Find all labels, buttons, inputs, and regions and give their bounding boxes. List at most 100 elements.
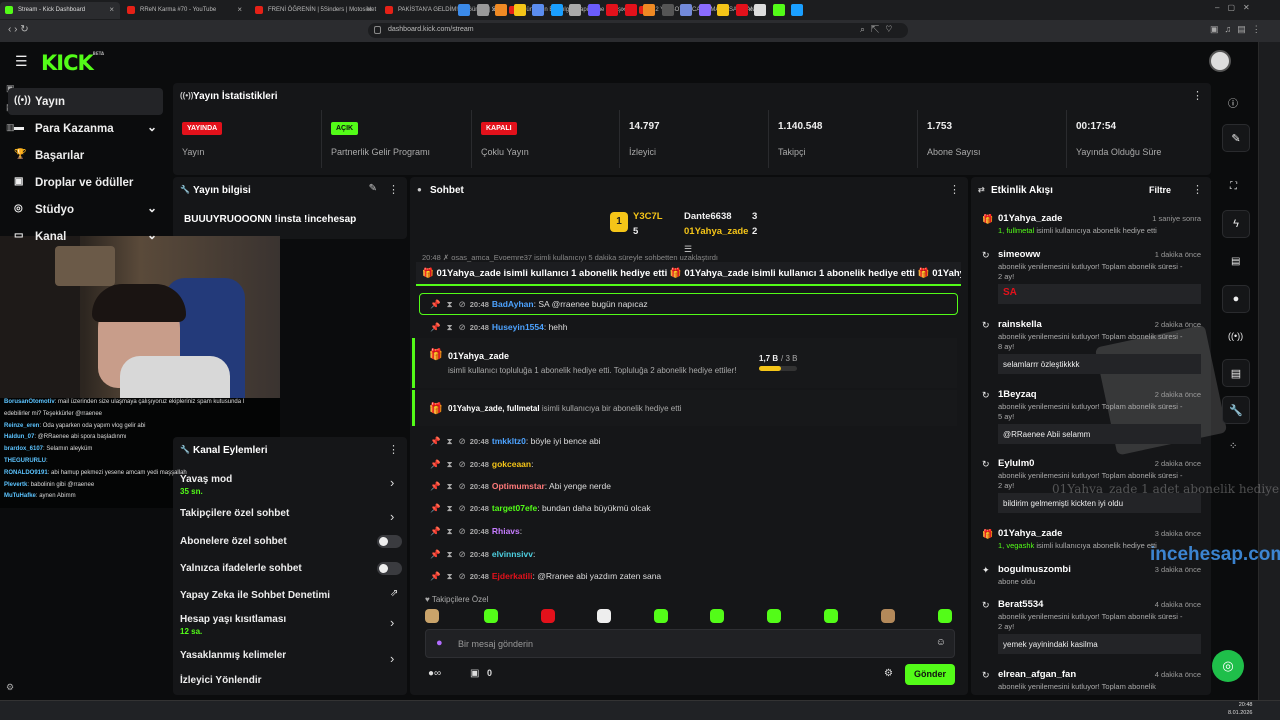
tab-close-icon[interactable]: × <box>237 5 242 14</box>
activity-toggle-button[interactable]: ▤ <box>1222 359 1250 387</box>
leaderboard-entry[interactable]: Dante6638 3 <box>684 211 757 222</box>
broadcast-panel-icon[interactable]: ((•)) <box>1228 331 1243 341</box>
leaderboard-entry[interactable]: Y3C7L 5 <box>633 211 663 237</box>
activity-user[interactable]: 1Beyzaq <box>998 389 1037 400</box>
taskbar-app-icon[interactable] <box>791 4 803 16</box>
pin-icon[interactable]: 📌 <box>430 299 441 309</box>
message-user[interactable]: Optimumstar <box>492 481 545 491</box>
taskbar-app-icon[interactable] <box>661 4 674 16</box>
chat-menu-icon[interactable]: ⋮ <box>949 183 960 196</box>
taskbar-app-icon[interactable] <box>717 4 729 16</box>
emote-icon[interactable] <box>824 609 838 623</box>
window-controls[interactable]: –▢✕ <box>1215 3 1258 12</box>
leaderboard-entry[interactable]: 01Yahya_zade 2 <box>684 226 757 237</box>
activity-user[interactable]: rainskella <box>998 319 1042 330</box>
activity-menu-icon[interactable]: ⋮ <box>1192 183 1203 196</box>
taskbar-app-icon[interactable] <box>495 4 507 16</box>
timeout-icon[interactable]: ⧗ <box>447 436 453 446</box>
channel-action-item[interactable]: Abonelere özel sohbet <box>180 536 287 547</box>
taskbar-app-icon[interactable] <box>624 4 637 16</box>
zoom-share-icons[interactable]: ⌕⇱♡ <box>860 24 898 35</box>
emote-icon[interactable] <box>938 609 952 623</box>
taskbar-app-icon[interactable] <box>550 4 563 16</box>
pin-icon[interactable]: 📌 <box>430 459 441 469</box>
ban-icon[interactable]: ⊘ <box>459 459 466 469</box>
stats-menu-icon[interactable]: ⋮ <box>1192 89 1203 102</box>
timeout-icon[interactable]: ⧗ <box>447 481 453 491</box>
hamburger-menu-icon[interactable]: ☰ <box>15 53 28 70</box>
microphone-icon[interactable]: ● <box>436 637 443 649</box>
chat-input[interactable]: ● Bir mesaj gönderin ☺ <box>425 629 955 658</box>
avatar[interactable] <box>1209 50 1231 72</box>
timeout-icon[interactable]: ⧗ <box>447 459 453 469</box>
taskbar-app-icon[interactable] <box>606 4 618 16</box>
info-icon[interactable]: ⓘ <box>1228 95 1238 110</box>
chat-message[interactable]: 📌 ⧗ ⊘ 20:48 target07efe: bundan daha büyükmü… <box>430 503 651 514</box>
emote-icon[interactable] <box>484 609 498 623</box>
fullscreen-icon[interactable]: ⛶ <box>1230 181 1237 192</box>
quick-actions-button[interactable]: ϟ <box>1222 210 1250 238</box>
activity-user[interactable]: 01Yahya_zade <box>998 213 1062 224</box>
taskbar-app-icon[interactable] <box>772 4 785 16</box>
chevron-down-icon[interactable]: ⌄ <box>147 228 157 242</box>
timeout-icon[interactable]: ⧗ <box>447 549 453 559</box>
toggle-switch[interactable] <box>377 562 402 575</box>
sidebar-item-broadcast[interactable]: ((•)) Yayın <box>8 88 163 115</box>
emote-icon[interactable] <box>767 609 781 623</box>
emote-icon[interactable] <box>425 609 439 623</box>
chevron-down-icon[interactable]: ⌄ <box>147 201 157 215</box>
timeout-icon[interactable]: ⧗ <box>447 299 453 309</box>
taskbar-app-icon[interactable] <box>587 4 600 16</box>
taskbar-app-icon[interactable] <box>735 4 748 16</box>
ban-icon[interactable]: ⊘ <box>459 299 466 309</box>
browser-tab[interactable]: FRENİ ÖĞRENİN | 5Sinders | Motosiklet × <box>250 2 378 19</box>
support-chat-icon[interactable]: ◎ <box>1212 650 1244 682</box>
taskbar-app-icon[interactable] <box>569 4 581 16</box>
pin-icon[interactable]: 📌 <box>430 571 441 581</box>
ban-icon[interactable]: ⊘ <box>459 549 466 559</box>
emote-icon[interactable] <box>541 609 555 623</box>
message-user[interactable]: BadAyhan <box>492 299 534 309</box>
message-user[interactable]: tmkkltz0 <box>492 436 526 446</box>
taskbar-app-icon[interactable] <box>680 4 692 16</box>
activity-user[interactable]: elrean_afgan_fan <box>998 669 1076 680</box>
pin-icon[interactable]: 📌 <box>430 436 441 446</box>
pin-icon[interactable]: 📌 <box>430 549 441 559</box>
message-user[interactable]: elvinnsivv <box>492 549 533 559</box>
ban-icon[interactable]: ⊘ <box>459 571 466 581</box>
emote-icon[interactable] <box>881 609 895 623</box>
sidebar-item-trophy[interactable]: 🏆 Başarılar <box>8 142 163 169</box>
tab-close-icon[interactable]: × <box>367 5 372 14</box>
chat-settings-icon[interactable]: ⚙ <box>884 668 893 679</box>
chat-message[interactable]: 📌 ⧗ ⊘ 20:48 elvinnsivv: <box>430 549 535 560</box>
browser-tab[interactable]: RReN Karma #70 - YouTube × <box>122 2 248 19</box>
send-button[interactable]: Gönder <box>905 664 955 685</box>
timeout-icon[interactable]: ⧗ <box>447 571 453 581</box>
channel-action-item[interactable]: Yalnızca ifadelerle sohbet <box>180 563 302 574</box>
chevron-right-icon[interactable]: › <box>390 651 394 666</box>
channel-action-item[interactable]: İzleyici Yönlendir <box>180 675 262 686</box>
taskbar-app-icon[interactable] <box>476 4 489 16</box>
pin-icon[interactable]: 📌 <box>430 526 441 536</box>
chat-message[interactable]: 📌 ⧗ ⊘ 20:48 Optimumstar: Abi yenge nerde <box>430 481 611 492</box>
emote-icon[interactable] <box>654 609 668 623</box>
url-field[interactable]: dashboard.kick.com/stream <box>368 23 908 38</box>
pin-icon[interactable]: 📌 <box>430 503 441 513</box>
chevron-right-icon[interactable]: › <box>390 615 394 630</box>
sidebar-settings-icon[interactable]: ⚙ <box>6 682 16 692</box>
taskbar-app-icon[interactable] <box>458 4 470 16</box>
chat-message[interactable]: 📌 ⧗ ⊘ 20:48 BadAyhan: SA @rraenee bugün napı… <box>430 299 648 310</box>
message-user[interactable]: target07efe <box>492 503 537 513</box>
chevron-right-icon[interactable]: › <box>390 509 394 524</box>
browser-tab[interactable]: Stream - Kick Dashboard × <box>0 2 120 19</box>
taskbar-app-icon[interactable] <box>698 4 711 16</box>
tab-close-icon[interactable]: × <box>748 5 753 14</box>
chat-message[interactable]: 📌 ⧗ ⊘ 20:48 Huseyin1554: hehh <box>430 322 568 333</box>
message-user[interactable]: Huseyin1554 <box>492 322 544 332</box>
stream-info-menu-icon[interactable]: ⋮ <box>388 183 399 196</box>
emote-icon[interactable] <box>597 609 611 623</box>
actions-menu-icon[interactable]: ⋮ <box>388 443 399 456</box>
message-user[interactable]: gokceaan <box>492 459 531 469</box>
channel-action-item[interactable]: Takipçilere özel sohbet <box>180 508 289 519</box>
activity-user[interactable]: bogulmuszombi <box>998 564 1071 575</box>
